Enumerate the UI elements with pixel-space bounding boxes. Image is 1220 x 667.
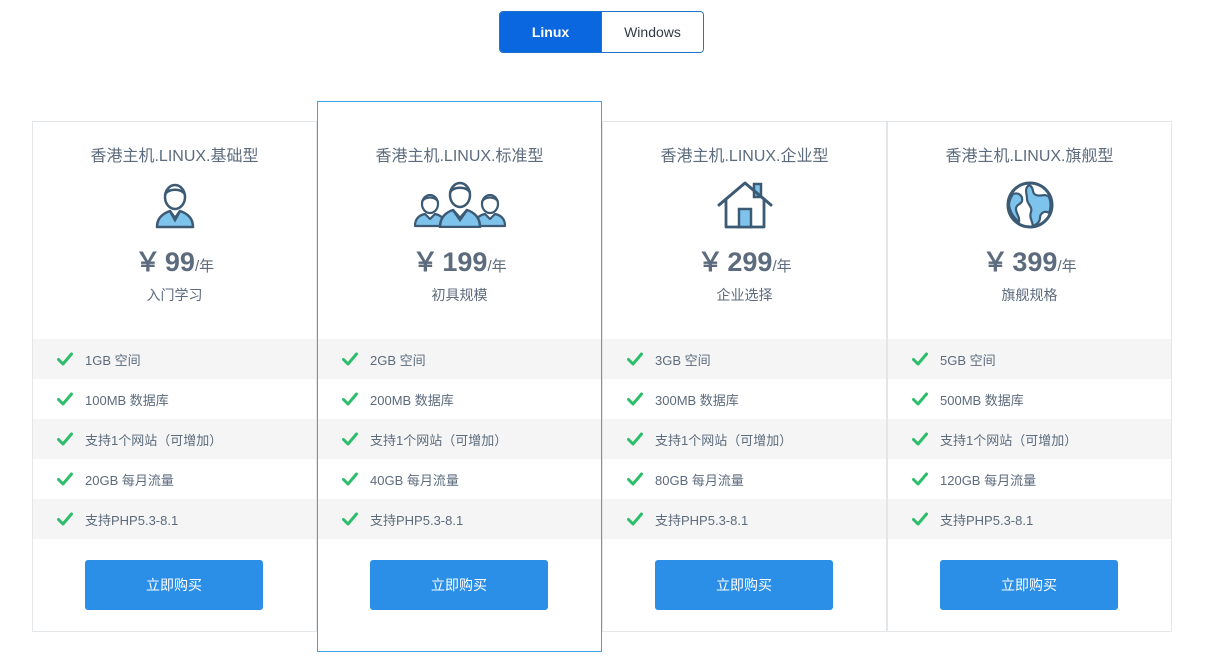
check-icon: [912, 392, 928, 406]
check-icon: [342, 432, 358, 446]
check-icon: [342, 352, 358, 366]
plan-description: 初具规模: [431, 287, 488, 303]
check-icon: [627, 432, 643, 446]
check-icon: [57, 432, 73, 446]
feature-item: 支持PHP5.3-8.1: [888, 499, 1171, 539]
buy-button[interactable]: 立即购买: [370, 560, 548, 610]
os-tab-switcher: Linux Windows: [499, 11, 704, 53]
feature-item: 支持1个网站（可增加）: [318, 419, 601, 459]
feature-item: 40GB 每月流量: [318, 459, 601, 499]
check-icon: [57, 392, 73, 406]
check-icon: [912, 432, 928, 446]
feature-item: 支持1个网站（可增加）: [888, 419, 1171, 459]
feature-item: 支持1个网站（可增加）: [33, 419, 316, 459]
feature-item: 200MB 数据库: [318, 379, 601, 419]
check-icon: [912, 472, 928, 486]
check-icon: [627, 512, 643, 526]
feature-item: 100MB 数据库: [33, 379, 316, 419]
feature-list: 2GB 空间 200MB 数据库 支持1个网站（可增加） 40GB 每月流量 支…: [318, 339, 601, 539]
plan-description: 旗舰规格: [1001, 287, 1058, 303]
check-icon: [57, 352, 73, 366]
plan-card-enterprise: 香港主机.LINUX.企业型 ￥ 299/年 企业选择 3GB 空间 300MB …: [602, 121, 887, 632]
feature-item: 支持PHP5.3-8.1: [603, 499, 886, 539]
plan-price: ￥ 399/年: [982, 247, 1077, 277]
plan-price: ￥ 299/年: [697, 247, 792, 277]
feature-item: 支持1个网站（可增加）: [603, 419, 886, 459]
feature-item: 80GB 每月流量: [603, 459, 886, 499]
plan-card-basic: 香港主机.LINUX.基础型 ￥ 99/年 入门学习 1GB 空间 100MB 数…: [32, 121, 317, 632]
house-icon: [717, 181, 772, 229]
plan-card-standard: 香港主机.LINUX.标准型 ￥ 199/年 初具规模 2GB 空间 200MB…: [317, 101, 602, 652]
check-icon: [627, 352, 643, 366]
plan-description: 入门学习: [146, 287, 203, 303]
feature-item: 3GB 空间: [603, 339, 886, 379]
feature-item: 2GB 空间: [318, 339, 601, 379]
check-icon: [627, 472, 643, 486]
feature-item: 500MB 数据库: [888, 379, 1171, 419]
plan-title: 香港主机.LINUX.标准型: [375, 148, 544, 165]
pricing-plans: 香港主机.LINUX.基础型 ￥ 99/年 入门学习 1GB 空间 100MB 数…: [32, 101, 1172, 652]
feature-item: 300MB 数据库: [603, 379, 886, 419]
plan-card-flagship: 香港主机.LINUX.旗舰型 ￥ 399/年 旗舰规格 5GB 空间 500MB …: [887, 121, 1172, 632]
check-icon: [912, 512, 928, 526]
plan-title: 香港主机.LINUX.旗舰型: [945, 148, 1114, 165]
tab-windows[interactable]: Windows: [601, 12, 703, 52]
buy-button[interactable]: 立即购买: [940, 560, 1118, 610]
feature-item: 1GB 空间: [33, 339, 316, 379]
check-icon: [57, 512, 73, 526]
feature-list: 5GB 空间 500MB 数据库 支持1个网站（可增加） 120GB 每月流量 …: [888, 339, 1171, 539]
feature-item: 支持PHP5.3-8.1: [318, 499, 601, 539]
buy-button[interactable]: 立即购买: [85, 560, 263, 610]
feature-item: 20GB 每月流量: [33, 459, 316, 499]
group-icon: [413, 181, 506, 228]
feature-item: 5GB 空间: [888, 339, 1171, 379]
check-icon: [57, 472, 73, 486]
buy-button[interactable]: 立即购买: [655, 560, 833, 610]
check-icon: [342, 392, 358, 406]
feature-item: 支持PHP5.3-8.1: [33, 499, 316, 539]
plan-price: ￥ 199/年: [412, 247, 507, 277]
check-icon: [342, 512, 358, 526]
tab-linux[interactable]: Linux: [500, 12, 601, 52]
feature-item: 120GB 每月流量: [888, 459, 1171, 499]
check-icon: [912, 352, 928, 366]
plan-title: 香港主机.LINUX.基础型: [90, 148, 259, 165]
plan-title: 香港主机.LINUX.企业型: [660, 148, 829, 165]
plan-price: ￥ 99/年: [134, 247, 215, 277]
check-icon: [342, 472, 358, 486]
plan-description: 企业选择: [716, 287, 773, 303]
feature-list: 3GB 空间 300MB 数据库 支持1个网站（可增加） 80GB 每月流量 支…: [603, 339, 886, 539]
user-icon: [155, 183, 194, 229]
check-icon: [627, 392, 643, 406]
globe-icon: [1006, 181, 1053, 229]
feature-list: 1GB 空间 100MB 数据库 支持1个网站（可增加） 20GB 每月流量 支…: [33, 339, 316, 539]
